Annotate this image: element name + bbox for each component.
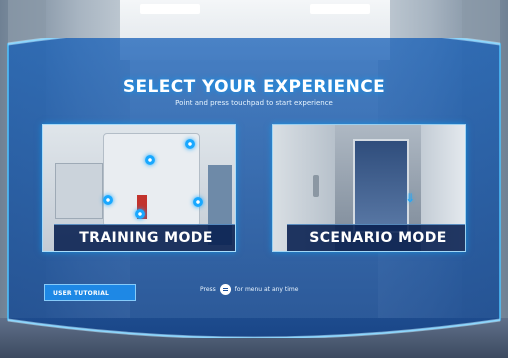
scenario-mode-label: SCENARIO MODE bbox=[287, 224, 465, 251]
menu-hint: Press for menu at any time bbox=[200, 282, 298, 296]
cabin-aisle-illustration bbox=[353, 139, 409, 233]
training-mode-card[interactable]: TRAINING MODE bbox=[42, 124, 236, 252]
door-handle-illustration bbox=[313, 175, 319, 197]
training-mode-label: TRAINING MODE bbox=[54, 224, 235, 251]
menu-button-icon bbox=[219, 283, 231, 295]
chevron-down-icon: ⇓ bbox=[404, 191, 415, 205]
scenario-mode-card[interactable]: ⇓ SCENARIO MODE bbox=[272, 124, 466, 252]
hotspot-icon bbox=[185, 139, 195, 149]
hotspot-icon bbox=[135, 209, 145, 219]
page-title: SELECT YOUR EXPERIENCE bbox=[122, 77, 386, 97]
user-tutorial-button[interactable]: USER TUTORIAL bbox=[44, 284, 136, 301]
hotspot-icon bbox=[103, 195, 113, 205]
hint-prefix: Press bbox=[200, 285, 216, 293]
ceiling-light bbox=[140, 4, 200, 14]
page-subtitle: Point and press touchpad to start experi… bbox=[175, 99, 333, 107]
ceiling-light bbox=[310, 4, 370, 14]
hotspot-icon bbox=[145, 155, 155, 165]
hint-suffix: for menu at any time bbox=[234, 285, 299, 293]
hotspot-icon bbox=[193, 197, 203, 207]
cabin-panel-illustration bbox=[55, 163, 103, 219]
